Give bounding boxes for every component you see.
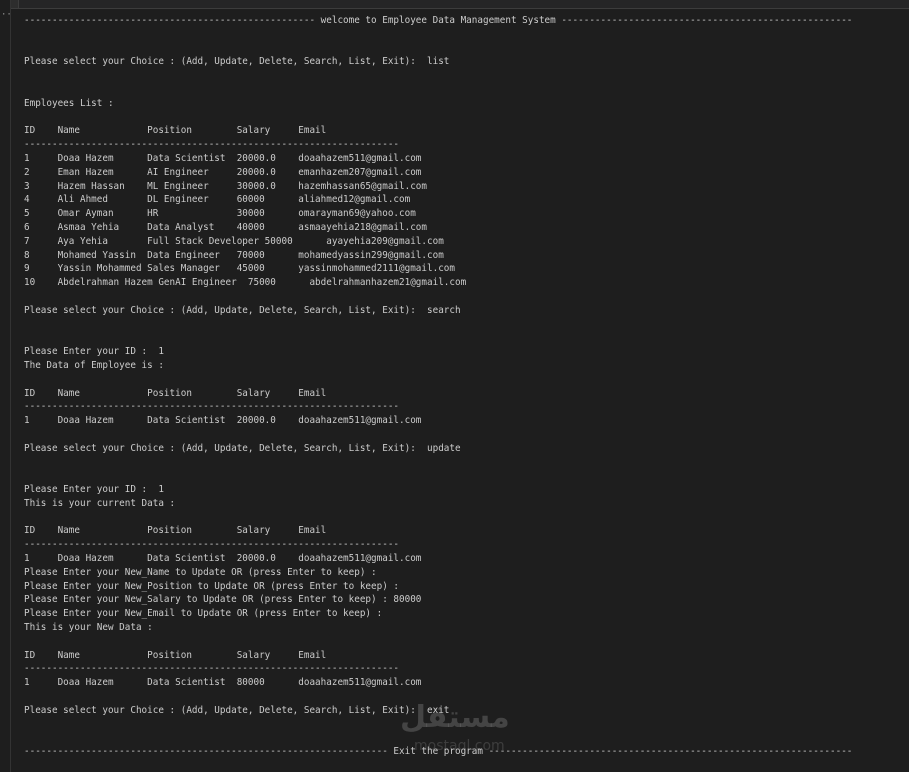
terminal-line: 10 Abdelrahman Hazem GenAI Engineer 7500… [24,277,467,289]
terminal-line: ID Name Position Salary Email [24,387,327,399]
terminal-line: ID Name Position Salary Email [24,525,327,537]
terminal-line: ----------------------------------------… [24,746,853,758]
editor-top-bar [0,0,909,9]
terminal-line: Employees List : [24,97,114,109]
terminal-line: 5 Omar Ayman HR 30000 omarayman69@yahoo.… [24,208,416,220]
terminal-line: 6 Asmaa Yehia Data Analyst 40000 asmaaye… [24,221,427,233]
terminal-line: Please select your Choice : (Add, Update… [24,442,461,454]
terminal-line: The Data of Employee is : [24,359,164,371]
terminal-line: ----------------------------------------… [24,663,400,675]
terminal-line: Please Enter your New_Salary to Update O… [24,594,422,606]
terminal-line: 1 Doaa Hazem Data Scientist 20000.0 doaa… [24,415,422,427]
editor-left-gutter [0,0,11,772]
terminal-line: Please Enter your ID : 1 [24,484,164,496]
terminal-line: 3 Hazem Hassan ML Engineer 30000.0 hazem… [24,180,427,192]
terminal-line: Please select your Choice : (Add, Update… [24,56,450,68]
terminal-line: ----------------------------------------… [24,15,853,26]
terminal-line: Please select your Choice : (Add, Update… [24,304,461,316]
terminal-line: Please Enter your New_Email to Update OR… [24,608,383,620]
terminal-line: 7 Aya Yehia Full Stack Developer 50000 a… [24,235,444,247]
terminal-line: 8 Mohamed Yassin Data Engineer 70000 moh… [24,249,444,261]
terminal-line: Please select your Choice : (Add, Update… [24,704,450,716]
terminal-line: ----------------------------------------… [24,401,400,413]
terminal-line: 1 Doaa Hazem Data Scientist 20000.0 doaa… [24,152,422,164]
terminal-line: Please Enter your ID : 1 [24,346,164,358]
terminal-output[interactable]: ----------------------------------------… [24,14,852,759]
editor-tab-strip [10,0,19,8]
terminal-line: ID Name Position Salary Email [24,125,327,137]
terminal-line: 1 Doaa Hazem Data Scientist 80000 doaaha… [24,677,422,689]
terminal-line: This is your New Data : [24,622,153,634]
terminal-line: Please Enter your New_Position to Update… [24,580,400,592]
terminal-line: 9 Yassin Mohammed Sales Manager 45000 ya… [24,263,455,275]
terminal-line: ----------------------------------------… [24,539,400,551]
terminal-line: This is your current Data : [24,497,176,509]
terminal-line: 4 Ali Ahmed DL Engineer 60000 aliahmed12… [24,194,411,206]
terminal-line: 2 Eman Hazem AI Engineer 20000.0 emanhaz… [24,166,422,178]
terminal-line: ----------------------------------------… [24,139,400,151]
terminal-line: Please Enter your New_Name to Update OR … [24,566,377,578]
more-actions-icon[interactable]: ·· [1,11,12,20]
terminal-line: ID Name Position Salary Email [24,649,327,661]
terminal-line: 1 Doaa Hazem Data Scientist 20000.0 doaa… [24,553,422,565]
